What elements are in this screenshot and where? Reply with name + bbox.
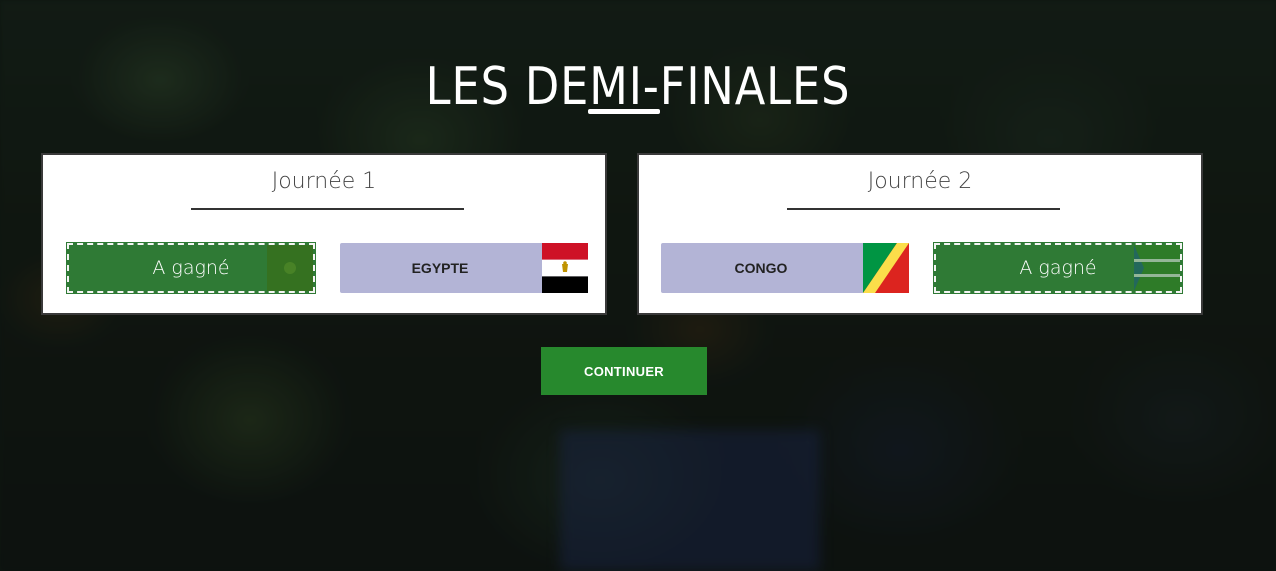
match-day-label: Journée 2 xyxy=(867,169,973,194)
page-title: LES DEMI-FINALES xyxy=(425,56,851,117)
team-name: EGYPTE xyxy=(411,260,469,276)
card-divider xyxy=(787,208,1060,210)
match-card-1: Journée 1 A gagné EGYPTE xyxy=(41,153,607,315)
won-label: A gagné xyxy=(1019,257,1097,279)
team-option-egypte[interactable]: EGYPTE xyxy=(340,243,588,293)
title-divider xyxy=(588,109,660,114)
won-label: A gagné xyxy=(152,257,230,279)
egypt-flag-icon xyxy=(542,243,588,293)
match-day-label: Journée 1 xyxy=(271,169,377,194)
continue-button[interactable]: CONTINUER xyxy=(541,347,707,395)
congo-flag-icon xyxy=(863,243,909,293)
match-card-2: Journée 2 CONGO A gagné xyxy=(637,153,1203,315)
card-divider xyxy=(191,208,464,210)
team-name: CONGO xyxy=(734,260,788,276)
team-option-winner[interactable]: A gagné xyxy=(66,242,316,294)
team-option-congo[interactable]: CONGO xyxy=(661,243,909,293)
team-option-winner[interactable]: A gagné xyxy=(933,242,1183,294)
